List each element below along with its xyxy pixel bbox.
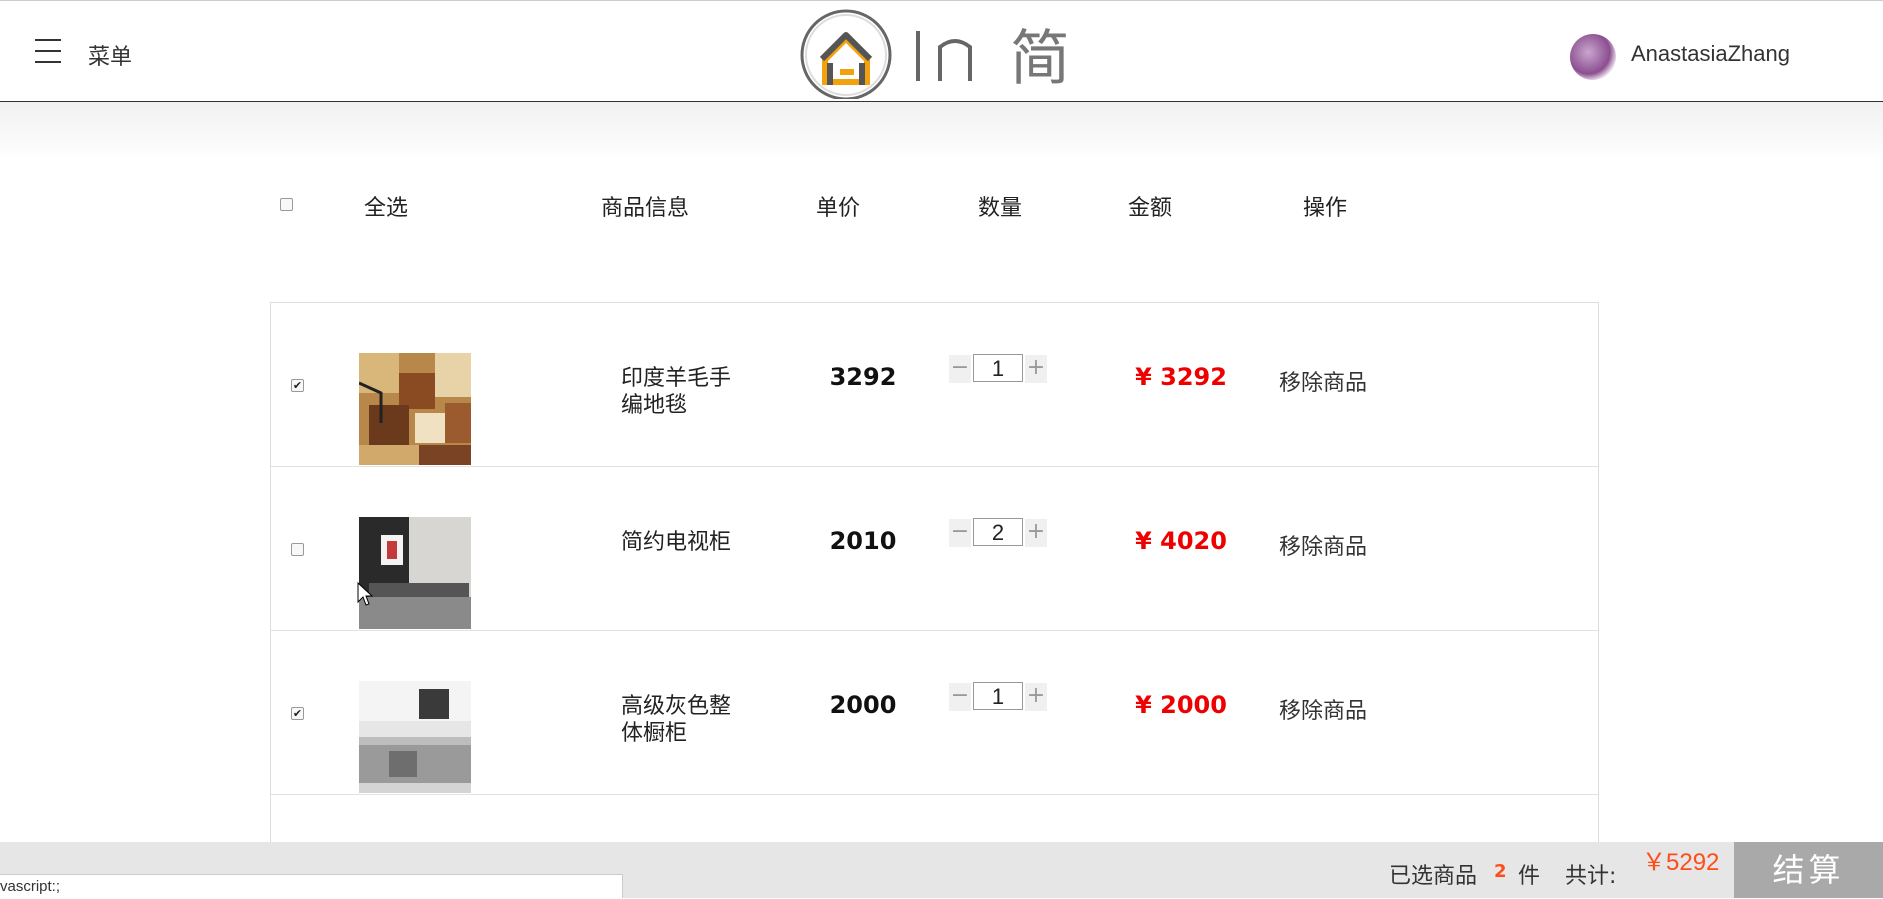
decrease-qty-button[interactable]: − — [949, 355, 971, 383]
user-name[interactable]: AnastasiaZhang — [1631, 41, 1790, 67]
product-name[interactable]: 简约电视柜 — [621, 529, 751, 556]
cart-item-row: ✔ 印度羊毛手 编地毯 3292 − 1 + ¥ 3292 移除商品 — [271, 303, 1598, 467]
unit-price: 3292 — [829, 363, 897, 391]
mouse-cursor-icon — [357, 582, 373, 606]
product-name-line1: 简约电视柜 — [621, 530, 732, 555]
item-checkbox[interactable]: ✔ — [291, 707, 304, 720]
wool-rug-thumbnail[interactable] — [359, 353, 471, 465]
total-value: ￥5292 — [1642, 849, 1720, 876]
decrease-qty-button[interactable]: − — [949, 519, 971, 547]
tv-cabinet-thumbnail[interactable] — [359, 517, 471, 629]
total-label: 共计: — [1565, 864, 1617, 889]
grey-kitchen-cabinet-thumbnail[interactable] — [359, 681, 471, 793]
selected-items-label: 已选商品 — [1389, 864, 1478, 889]
unit-price: 2000 — [829, 691, 897, 719]
cart-item-row: 简约电视柜 2010 − 2 + ¥ 4020 移除商品 — [271, 467, 1598, 631]
product-name[interactable]: 印度羊毛手 编地毯 — [621, 365, 751, 419]
menu-label[interactable]: 菜单 — [88, 39, 132, 71]
checkout-button[interactable]: 结算 — [1734, 842, 1883, 898]
cart-table-header: 全选 商品信息 单价 数量 金额 操作 — [0, 190, 1883, 224]
product-name-line2: 编地毯 — [621, 393, 688, 418]
item-checkbox[interactable]: ✔ — [291, 379, 304, 392]
increase-qty-button[interactable]: + — [1025, 519, 1047, 547]
product-name-line1: 印度羊毛手 — [621, 366, 732, 391]
column-amount: 金额 — [1128, 196, 1173, 221]
remove-item-link[interactable]: 移除商品 — [1279, 365, 1367, 397]
user-avatar[interactable] — [1570, 34, 1616, 80]
remove-item-link[interactable]: 移除商品 — [1279, 529, 1367, 561]
browser-status-url: vascript:; — [0, 874, 623, 898]
selected-items-count: 2 — [1494, 861, 1507, 882]
remove-item-link[interactable]: 移除商品 — [1279, 693, 1367, 725]
decrease-qty-button[interactable]: − — [949, 683, 971, 711]
quantity-input[interactable]: 1 — [973, 354, 1023, 382]
column-unit-price: 单价 — [816, 196, 861, 221]
item-amount: ¥ 4020 — [1135, 527, 1227, 555]
selected-items-unit: 件 — [1518, 864, 1541, 889]
select-all-label[interactable]: 全选 — [364, 190, 408, 222]
svg-text:简: 简 — [1010, 24, 1070, 94]
quantity-input[interactable]: 2 — [973, 518, 1023, 546]
item-checkbox[interactable] — [291, 543, 304, 556]
select-all-checkbox[interactable] — [280, 198, 293, 211]
cart-item-list: ✔ 印度羊毛手 编地毯 3292 − 1 + ¥ 3292 移除商品 简约电视柜… — [270, 302, 1599, 842]
quantity-input[interactable]: 1 — [973, 682, 1023, 710]
column-actions: 操作 — [1303, 196, 1348, 221]
cart-item-row: ✔ 高级灰色整 体橱柜 2000 − 1 + ¥ 2000 移除商品 — [271, 631, 1598, 795]
unit-price: 2010 — [829, 527, 897, 555]
column-quantity: 数量 — [978, 196, 1023, 221]
house-logo-icon[interactable]: 简 — [800, 7, 1080, 99]
increase-qty-button[interactable]: + — [1025, 683, 1047, 711]
product-name-line2: 体橱柜 — [621, 721, 688, 746]
column-product-info: 商品信息 — [601, 196, 690, 221]
product-name-line1: 高级灰色整 — [621, 694, 732, 719]
item-amount: ¥ 2000 — [1135, 691, 1227, 719]
product-name[interactable]: 高级灰色整 体橱柜 — [621, 693, 751, 747]
increase-qty-button[interactable]: + — [1025, 355, 1047, 383]
header-shadow — [0, 102, 1883, 162]
top-header: 菜单 简 AnastasiaZhang — [0, 0, 1883, 102]
hamburger-menu-icon[interactable] — [35, 39, 61, 67]
item-amount: ¥ 3292 — [1135, 363, 1227, 391]
